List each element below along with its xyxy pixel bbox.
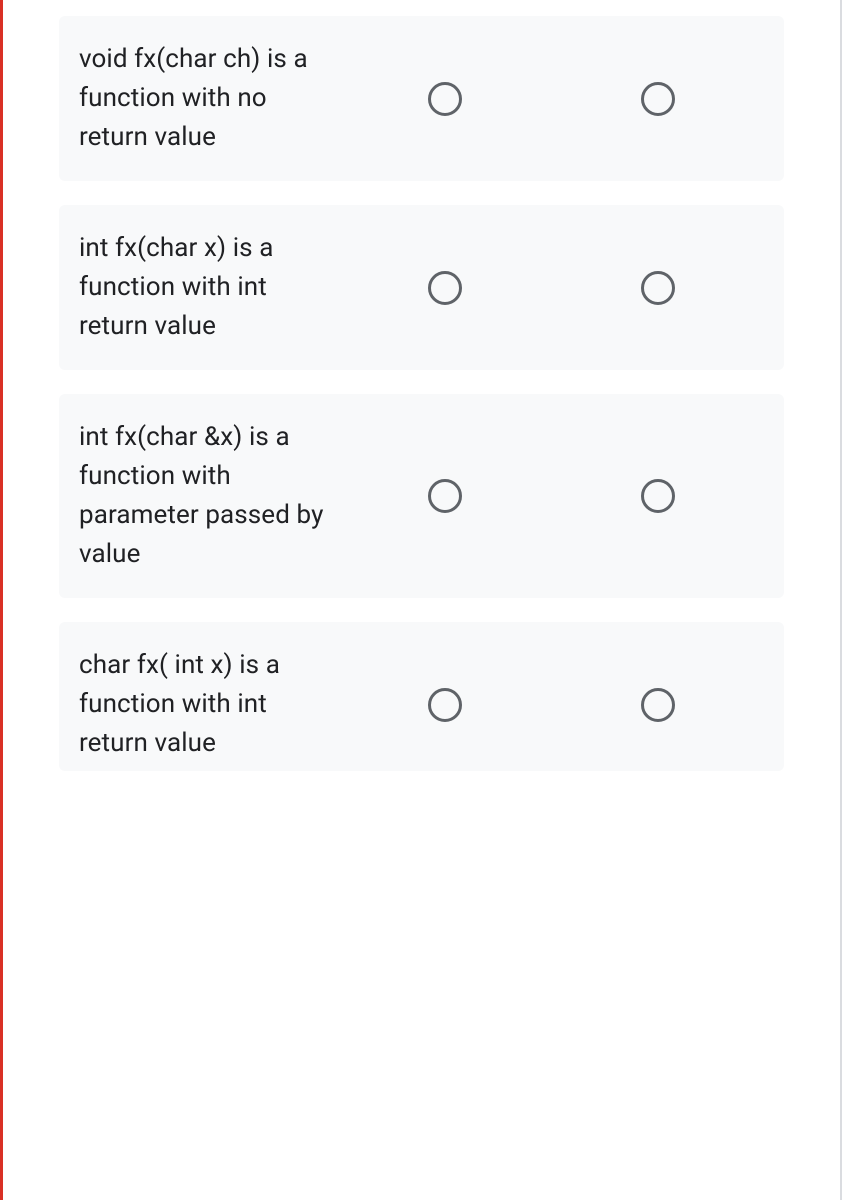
radio-option-1[interactable] — [428, 82, 462, 116]
radio-cell-2 — [552, 479, 765, 513]
question-row: char fx( int x) is a function with int r… — [59, 622, 784, 771]
radio-cell-1 — [339, 82, 552, 116]
radio-cell-2 — [552, 688, 765, 722]
question-text: void fx(char ch) is a function with no r… — [79, 40, 339, 157]
radio-option-1[interactable] — [428, 479, 462, 513]
radio-cell-1 — [339, 271, 552, 305]
radio-option-2[interactable] — [641, 271, 675, 305]
radio-cell-1 — [339, 479, 552, 513]
radio-option-1[interactable] — [428, 271, 462, 305]
radio-option-2[interactable] — [641, 688, 675, 722]
question-text: int fx(char &x) is a function with param… — [79, 418, 339, 574]
question-row: int fx(char &x) is a function with param… — [59, 394, 784, 598]
radio-option-2[interactable] — [641, 82, 675, 116]
question-text: char fx( int x) is a function with int r… — [79, 646, 339, 763]
question-text: int fx(char x) is a function with int re… — [79, 229, 339, 346]
question-row: int fx(char x) is a function with int re… — [59, 205, 784, 370]
radio-cell-2 — [552, 82, 765, 116]
form-container: void fx(char ch) is a function with no r… — [0, 0, 842, 1200]
question-row: void fx(char ch) is a function with no r… — [59, 16, 784, 181]
radio-option-2[interactable] — [641, 479, 675, 513]
radio-option-1[interactable] — [428, 688, 462, 722]
radio-cell-2 — [552, 271, 765, 305]
radio-cell-1 — [339, 688, 552, 722]
